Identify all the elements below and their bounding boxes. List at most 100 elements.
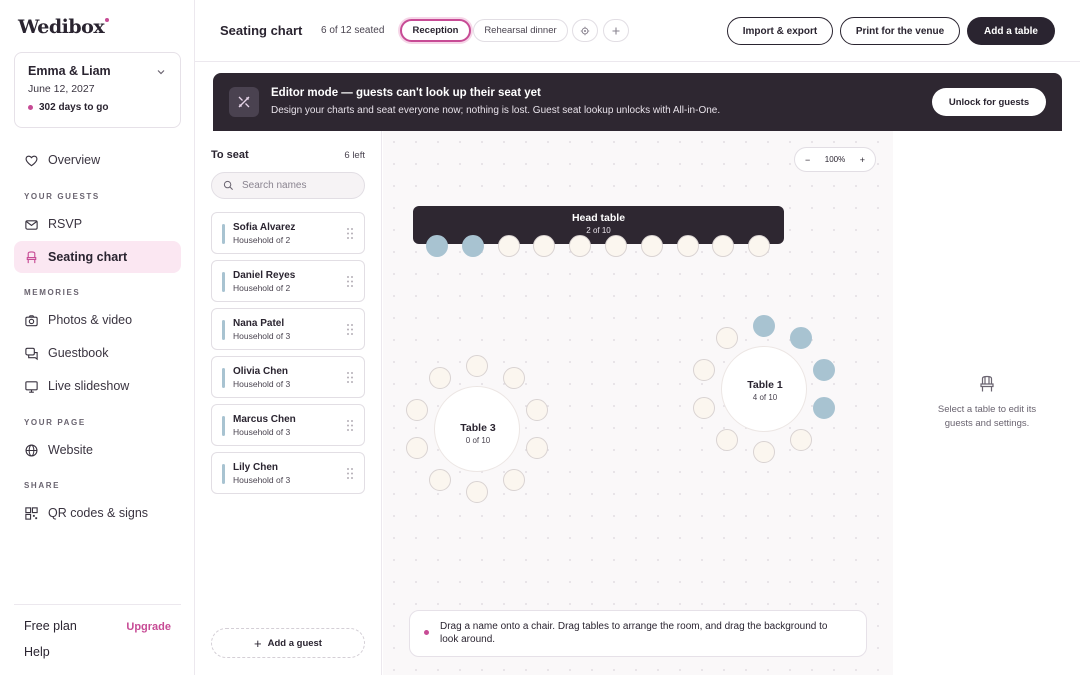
seat-empty[interactable] [693, 397, 716, 420]
add-guest-button[interactable]: + Add a guest [211, 628, 365, 658]
guest-card[interactable]: Marcus Chen Household of 3 [211, 404, 365, 446]
guest-card[interactable]: Lily Chen Household of 3 [211, 452, 365, 494]
seat-occupied[interactable] [753, 315, 775, 337]
guest-color-bar [222, 320, 225, 340]
seat-empty[interactable] [525, 398, 548, 421]
help-link[interactable]: Help [24, 645, 50, 659]
seat-empty[interactable] [605, 235, 627, 257]
import-export-button[interactable]: Import & export [727, 17, 833, 45]
table-name: Table 3 [460, 422, 496, 434]
nav-rsvp[interactable]: RSVP [14, 208, 181, 240]
nav-photos-video[interactable]: Photos & video [14, 304, 181, 336]
plan-label: Free plan [24, 619, 77, 633]
nav-live-slideshow[interactable]: Live slideshow [14, 370, 181, 402]
seat-empty[interactable] [428, 367, 451, 390]
seat-empty[interactable] [715, 428, 738, 451]
head-table-label: Head table 2 of 10 [413, 212, 784, 235]
add-event-button[interactable] [603, 19, 629, 42]
seat-empty[interactable] [503, 367, 526, 390]
event-settings-button[interactable] [572, 19, 598, 42]
drag-handle-icon[interactable] [346, 227, 354, 240]
chat-icon [25, 347, 38, 360]
nav-section-share: SHARE [24, 481, 61, 490]
drag-handle-icon[interactable] [346, 419, 354, 432]
seat-occupied[interactable] [461, 235, 484, 257]
page-title: Seating chart [220, 23, 303, 38]
editor-mode-banner: Editor mode — guests can't look up their… [213, 73, 1062, 131]
guest-card[interactable]: Sofia Alvarez Household of 2 [211, 212, 365, 254]
canvas-hint: Drag a name onto a chair. Drag tables to… [409, 610, 867, 657]
sidebar-footer: Free plan Upgrade Help [14, 604, 181, 659]
guest-household: Household of 2 [233, 235, 291, 245]
seat-empty[interactable] [693, 358, 716, 381]
pencil-ruler-icon [238, 96, 250, 108]
table-1[interactable]: Table 1 4 of 10 [721, 346, 807, 432]
zoom-in-button[interactable]: + [860, 155, 865, 165]
seat-empty[interactable] [533, 235, 556, 257]
seat-occupied[interactable] [426, 235, 448, 257]
guest-name: Lily Chen [233, 462, 279, 473]
table-name: Head table [571, 212, 626, 224]
guest-household: Household of 3 [233, 379, 291, 389]
nav-overview-label: Overview [48, 153, 101, 167]
nav-overview[interactable]: Overview [14, 144, 181, 176]
table-3[interactable]: Table 3 0 of 10 [434, 386, 520, 472]
guest-household: Household of 3 [233, 331, 291, 341]
zoom-out-button[interactable]: − [805, 155, 810, 165]
guest-card[interactable]: Nana Patel Household of 3 [211, 308, 365, 350]
envelope-icon [25, 219, 38, 230]
tab-rehearsal-dinner[interactable]: Rehearsal dinner [473, 19, 568, 42]
drag-handle-icon[interactable] [346, 467, 354, 480]
nav-section-guests: YOUR GUESTS [24, 192, 100, 201]
seat-empty[interactable] [497, 235, 520, 257]
unlock-for-guests-button[interactable]: Unlock for guests [932, 88, 1046, 116]
tab-reception[interactable]: Reception [400, 19, 471, 42]
search-input[interactable]: Search names [211, 172, 365, 199]
print-venue-button[interactable]: Print for the venue [840, 17, 960, 45]
seat-empty[interactable] [525, 437, 548, 460]
seat-empty[interactable] [503, 468, 526, 491]
nav-live-slideshow-label: Live slideshow [48, 379, 130, 393]
seat-empty[interactable] [406, 437, 429, 460]
countdown-dot [28, 105, 33, 110]
nav-rsvp-label: RSVP [48, 217, 83, 231]
guest-name: Nana Patel [233, 318, 285, 329]
seat-empty[interactable] [428, 468, 451, 491]
drag-handle-icon[interactable] [346, 275, 354, 288]
seat-occupied[interactable] [790, 327, 813, 350]
zoom-control: − 100% + [794, 147, 876, 172]
seat-empty[interactable] [676, 235, 699, 257]
seat-empty[interactable] [753, 441, 775, 463]
upgrade-link[interactable]: Upgrade [126, 621, 171, 633]
guest-card[interactable]: Daniel Reyes Household of 2 [211, 260, 365, 302]
drag-handle-icon[interactable] [346, 371, 354, 384]
app-logo[interactable]: Wedibox [18, 16, 110, 38]
seat-empty[interactable] [748, 235, 771, 257]
seat-occupied[interactable] [812, 358, 835, 381]
seat-occupied[interactable] [812, 397, 835, 420]
nav-guestbook-label: Guestbook [48, 346, 109, 360]
seat-empty[interactable] [790, 428, 813, 451]
seat-empty[interactable] [569, 235, 592, 257]
seat-empty[interactable] [715, 327, 738, 350]
seated-count: 6 of 12 seated [321, 25, 385, 36]
seat-empty[interactable] [466, 355, 488, 377]
countdown-text: 302 days to go [39, 102, 109, 113]
drag-handle-icon[interactable] [346, 323, 354, 336]
event-switcher[interactable]: Emma & Liam June 12, 2027 302 days to go [14, 52, 181, 128]
nav-website[interactable]: Website [14, 434, 181, 466]
guest-household: Household of 3 [233, 427, 291, 437]
event-couple: Emma & Liam [28, 64, 111, 78]
seating-canvas[interactable]: − 100% + Head table 2 of 10 Table 1 4 of… [383, 131, 893, 675]
search-icon [223, 180, 233, 190]
seat-empty[interactable] [466, 481, 488, 503]
seat-empty[interactable] [640, 235, 663, 257]
add-table-button[interactable]: Add a table [967, 17, 1055, 45]
seat-empty[interactable] [406, 398, 429, 421]
nav-qr-codes[interactable]: QR codes & signs [14, 497, 181, 529]
nav-section-page: YOUR PAGE [24, 418, 86, 427]
nav-seating-chart[interactable]: Seating chart [14, 241, 181, 273]
seat-empty[interactable] [712, 235, 735, 257]
nav-guestbook[interactable]: Guestbook [14, 337, 181, 369]
guest-card[interactable]: Olivia Chen Household of 3 [211, 356, 365, 398]
